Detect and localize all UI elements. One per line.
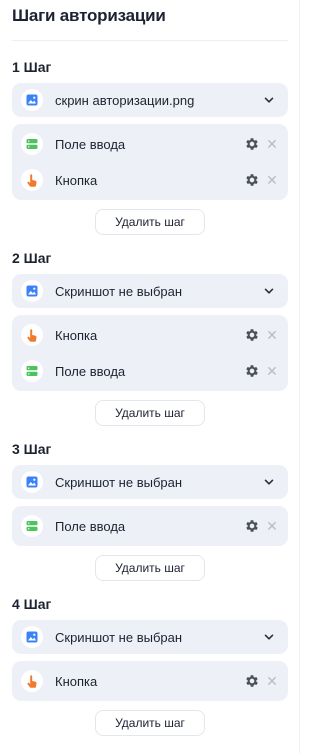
screenshot-select-value: Скриншот не выбран [55, 474, 183, 490]
title-divider [12, 40, 288, 41]
action-item-input[interactable]: Поле ввода ✕ [12, 508, 288, 544]
gear-icon[interactable] [244, 673, 260, 689]
step-actions-list: Поле ввода ✕ [12, 506, 288, 546]
action-item-label: Кнопка [55, 327, 98, 343]
action-item-label: Поле ввода [55, 518, 126, 534]
input-field-icon [21, 360, 43, 382]
action-item-input[interactable]: Поле ввода ✕ [12, 353, 288, 389]
step-1: 1 Шаг скрин авторизации.png Поле ввода ✕ [12, 58, 288, 235]
delete-step-button[interactable]: Удалить шаг [95, 209, 205, 235]
screenshot-select[interactable]: Скриншот не выбран [12, 465, 288, 499]
gear-icon[interactable] [244, 363, 260, 379]
screenshot-select-value: Скриншот не выбран [55, 283, 183, 299]
action-item-button[interactable]: Кнопка ✕ [12, 162, 288, 198]
action-item-button[interactable]: Кнопка ✕ [12, 317, 288, 353]
step-actions-list: Кнопка ✕ [12, 661, 288, 701]
input-field-icon [21, 133, 43, 155]
chevron-down-icon [264, 479, 274, 485]
step-label: 1 Шаг [12, 59, 52, 75]
chevron-down-icon [264, 97, 274, 103]
close-icon[interactable]: ✕ [264, 673, 280, 689]
close-icon[interactable]: ✕ [264, 172, 280, 188]
close-icon[interactable]: ✕ [264, 363, 280, 379]
step-4: 4 Шаг Скриншот не выбран Кнопка ✕ Удалит… [12, 595, 288, 736]
delete-step-button[interactable]: Удалить шаг [95, 710, 205, 736]
action-item-button[interactable]: Кнопка ✕ [12, 663, 288, 699]
close-icon[interactable]: ✕ [264, 327, 280, 343]
pointer-hand-icon [21, 169, 43, 191]
screenshot-select-value: скрин авторизации.png [55, 92, 195, 108]
action-item-input[interactable]: Поле ввода ✕ [12, 126, 288, 162]
pointer-hand-icon [21, 324, 43, 346]
screenshot-select[interactable]: Скриншот не выбран [12, 620, 288, 654]
step-2: 2 Шаг Скриншот не выбран Кнопка ✕ Поле в… [12, 249, 288, 426]
panel-title: Шаги авторизации [12, 6, 166, 25]
step-actions-list: Кнопка ✕ Поле ввода ✕ [12, 315, 288, 391]
screenshot-select-value: Скриншот не выбран [55, 629, 183, 645]
action-item-label: Поле ввода [55, 363, 126, 379]
close-icon[interactable]: ✕ [264, 136, 280, 152]
action-item-label: Кнопка [55, 673, 98, 689]
chevron-down-icon [264, 634, 274, 640]
screenshot-select[interactable]: Скриншот не выбран [12, 274, 288, 308]
close-icon[interactable]: ✕ [264, 518, 280, 534]
pointer-hand-icon [21, 670, 43, 692]
gear-icon[interactable] [244, 172, 260, 188]
gear-icon[interactable] [244, 518, 260, 534]
input-field-icon [21, 515, 43, 537]
delete-step-button[interactable]: Удалить шаг [95, 400, 205, 426]
image-icon [21, 626, 43, 648]
action-item-label: Кнопка [55, 172, 98, 188]
image-icon [21, 280, 43, 302]
step-actions-list: Поле ввода ✕ Кнопка ✕ [12, 124, 288, 200]
step-label: 2 Шаг [12, 250, 52, 266]
gear-icon[interactable] [244, 327, 260, 343]
step-label: 4 Шаг [12, 596, 52, 612]
delete-step-button[interactable]: Удалить шаг [95, 555, 205, 581]
auth-steps-panel: Шаги авторизации 1 Шаг скрин авторизации… [0, 0, 300, 753]
step-label: 3 Шаг [12, 441, 52, 457]
gear-icon[interactable] [244, 136, 260, 152]
image-icon [21, 471, 43, 493]
step-3: 3 Шаг Скриншот не выбран Поле ввода ✕ Уд… [12, 440, 288, 581]
action-item-label: Поле ввода [55, 136, 126, 152]
screenshot-select[interactable]: скрин авторизации.png [12, 83, 288, 117]
image-icon [21, 89, 43, 111]
chevron-down-icon [264, 288, 274, 294]
